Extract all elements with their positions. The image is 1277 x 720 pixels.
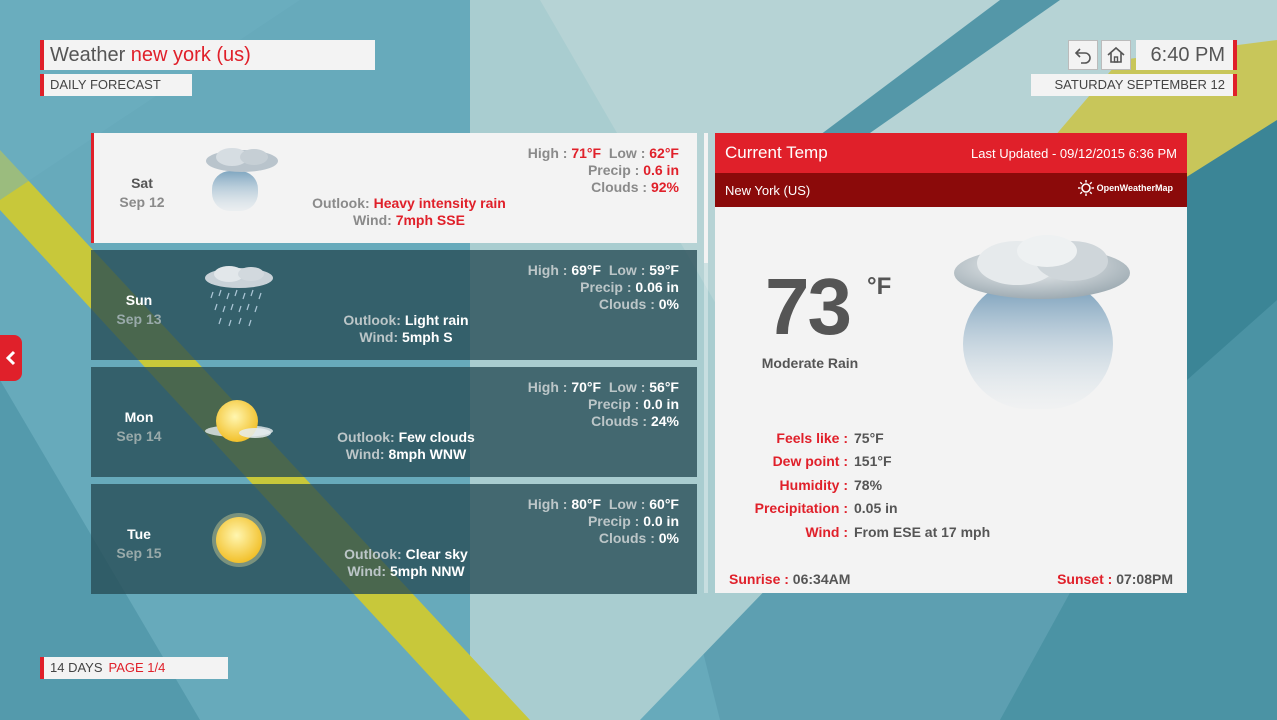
- day-outlook: Outlook: Heavy intensity rain Wind: 7mph…: [312, 195, 506, 228]
- day-low: 59°F: [649, 262, 679, 278]
- wind-text: 5mph NNW: [389, 563, 465, 579]
- home-icon: [1107, 46, 1125, 63]
- day-clouds: 92%: [650, 179, 679, 195]
- day-outlook: Outlook: Light rain Wind: 5mph S: [343, 312, 469, 345]
- panel-title: Current Temp: [725, 143, 828, 162]
- chevron-left-icon: [5, 350, 16, 366]
- day-high: 70°F: [571, 379, 602, 395]
- last-updated: Last Updated - 09/12/2015 6:36 PM: [971, 146, 1177, 161]
- outlook-text: Few clouds: [398, 429, 475, 445]
- day-date: Sep 12: [119, 194, 165, 210]
- panel-subheader: New York (US) OpenWeatherMap: [715, 173, 1187, 207]
- forecast-day[interactable]: Sun Sep 13 High : 69°F Low : 59°F Precip…: [91, 250, 697, 360]
- page-indicator[interactable]: PAGE 1/4: [109, 660, 166, 675]
- day-stats: High : 71°F Low : 62°F Precip : 0.6 in C…: [527, 145, 679, 195]
- outlook-text: Clear sky: [405, 546, 468, 562]
- back-button[interactable]: [1068, 40, 1098, 70]
- day-precip: 0.06 in: [635, 279, 679, 295]
- day-name: Tue: [127, 526, 151, 542]
- wind-text: 7mph SSE: [395, 212, 465, 228]
- day-name: Sat: [131, 175, 153, 191]
- forecast-day[interactable]: Tue Sep 15 High : 80°F Low : 60°F Precip…: [91, 484, 697, 594]
- page-subtitle: DAILY FORECAST: [40, 74, 192, 96]
- detail-value: 151°F: [854, 453, 892, 470]
- detail-row: Feels like : 75°F: [715, 430, 1187, 453]
- sunrise-time: 06:34AM: [792, 571, 851, 587]
- day-high: 69°F: [571, 262, 602, 278]
- day-outlook: Outlook: Clear sky Wind: 5mph NNW: [344, 546, 468, 579]
- detail-value: 75°F: [854, 430, 884, 446]
- page-title: Weather new york (us): [40, 40, 375, 70]
- detail-row: Humidity : 78%: [715, 477, 1187, 500]
- forecast-day[interactable]: Sat Sep 12 High : 71°F Low : 62°F Precip…: [91, 133, 697, 243]
- day-date: Sep 15: [116, 545, 162, 561]
- outlook-text: Light rain: [404, 312, 469, 328]
- detail-value: From ESE at 17 mph: [854, 523, 991, 540]
- detail-row: Wind : From ESE at 17 mph: [715, 524, 1187, 547]
- home-button[interactable]: [1101, 40, 1131, 70]
- moderate-rain-icon: [954, 235, 1130, 409]
- day-name: Mon: [124, 409, 154, 425]
- day-date: Sep 13: [116, 311, 162, 327]
- forecast-day[interactable]: Mon Sep 14 High : 70°F Low : 56°F Precip…: [91, 367, 697, 477]
- sunrise: Sunrise : 06:34AM: [729, 571, 850, 587]
- day-stats: High : 69°F Low : 59°F Precip : 0.06 in …: [527, 262, 679, 312]
- previous-tab[interactable]: [0, 335, 22, 381]
- current-date: SATURDAY SEPTEMBER 12: [1031, 74, 1237, 96]
- title-prefix: Weather: [50, 44, 126, 66]
- temp-unit: °F: [867, 273, 892, 300]
- outlook-text: Heavy intensity rain: [373, 195, 506, 211]
- current-weather-panel: Current Temp Last Updated - 09/12/2015 6…: [715, 133, 1187, 593]
- day-precip: 0.0 in: [643, 513, 679, 529]
- back-arrow-icon: [1074, 48, 1091, 64]
- day-clouds: 0%: [658, 296, 679, 312]
- current-condition: Moderate Rain: [761, 355, 859, 371]
- forecast-scrollbar[interactable]: [704, 133, 708, 593]
- detail-value: 0.05 in: [854, 500, 898, 517]
- range-label: 14 DAYS: [50, 660, 103, 675]
- day-precip: 0.0 in: [643, 396, 679, 412]
- day-stats: High : 80°F Low : 60°F Precip : 0.0 in C…: [527, 496, 679, 546]
- day-precip: 0.6 in: [643, 162, 679, 178]
- current-temp: 73: [765, 262, 852, 351]
- day-high: 71°F: [571, 145, 602, 161]
- wind-text: 5mph S: [402, 329, 453, 345]
- day-stats: High : 70°F Low : 56°F Precip : 0.0 in C…: [527, 379, 679, 429]
- day-low: 56°F: [649, 379, 679, 395]
- detail-label: Precipitation :: [754, 500, 848, 517]
- sunrise-label: Sunrise :: [729, 571, 789, 587]
- detail-row: Precipitation : 0.05 in: [715, 500, 1187, 523]
- wind-text: 8mph WNW: [388, 446, 467, 462]
- day-clouds: 24%: [650, 413, 679, 429]
- sunset-label: Sunset :: [1057, 571, 1113, 587]
- day-name: Sun: [125, 292, 153, 308]
- scrollbar-thumb[interactable]: [704, 133, 708, 263]
- detail-label: Humidity :: [779, 476, 848, 493]
- day-outlook: Outlook: Few clouds Wind: 8mph WNW: [337, 429, 475, 462]
- day-date: Sep 14: [116, 428, 162, 444]
- current-city: New York (US): [725, 183, 811, 198]
- detail-label: Feels like :: [776, 430, 848, 446]
- title-city: new york (us): [130, 44, 251, 66]
- provider-name: OpenWeatherMap: [1096, 183, 1173, 193]
- day-low: 62°F: [649, 145, 679, 161]
- provider-logo: OpenWeatherMap: [1077, 180, 1173, 196]
- day-low: 60°F: [649, 496, 679, 512]
- pagination: 14 DAYS PAGE 1/4: [40, 657, 228, 679]
- detail-value: 78%: [854, 476, 883, 493]
- sunset-time: 07:08PM: [1116, 571, 1173, 587]
- detail-label: Dew point :: [772, 453, 848, 470]
- clock: 6:40 PM: [1136, 40, 1237, 70]
- sun-logo-icon: [1077, 180, 1094, 196]
- day-high: 80°F: [571, 496, 602, 512]
- day-clouds: 0%: [658, 530, 679, 546]
- sunset: Sunset : 07:08PM: [1057, 571, 1173, 587]
- panel-header: Current Temp Last Updated - 09/12/2015 6…: [715, 133, 1187, 173]
- detail-row: Dew point : 151°F: [715, 453, 1187, 476]
- current-details: Feels like : 75°F Dew point : 151°F Humi…: [715, 430, 1187, 547]
- detail-label: Wind :: [805, 523, 848, 540]
